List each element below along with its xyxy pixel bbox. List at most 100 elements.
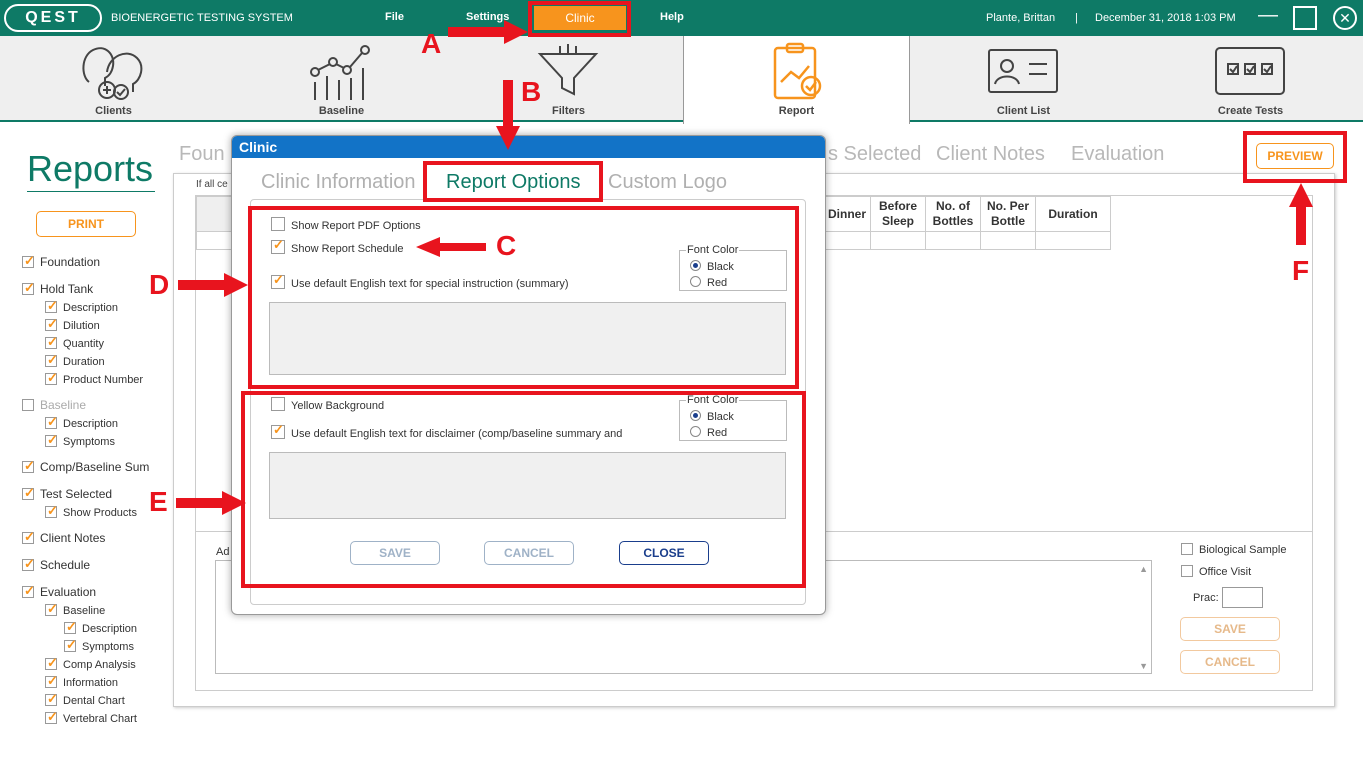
- report-option-item[interactable]: Show Products: [45, 503, 137, 519]
- tab-foundation[interactable]: Foun: [179, 143, 225, 166]
- top-bar: QEST BIOENERGETIC TESTING SYSTEM File Se…: [0, 0, 1363, 36]
- app-title: BIOENERGETIC TESTING SYSTEM: [111, 12, 293, 24]
- annotation-box-section-d: [248, 206, 799, 389]
- tab-client-list[interactable]: Client List: [910, 36, 1137, 122]
- checkbox-box[interactable]: [22, 399, 34, 411]
- save-button[interactable]: SAVE: [1180, 617, 1280, 641]
- hint-text: If all ce: [196, 179, 228, 190]
- checkbox-box[interactable]: [22, 583, 35, 599]
- report-option-item[interactable]: Baseline: [22, 398, 86, 412]
- client-card-icon: [988, 49, 1058, 93]
- report-option-item[interactable]: Client Notes: [22, 529, 105, 545]
- report-option-item[interactable]: Schedule: [22, 556, 90, 572]
- report-option-item[interactable]: Description: [45, 414, 118, 430]
- checkbox-box[interactable]: [64, 637, 77, 653]
- tab-report[interactable]: Report: [683, 36, 910, 124]
- report-option-item[interactable]: Foundation: [22, 253, 100, 269]
- tab-evaluation[interactable]: Evaluation: [1071, 143, 1164, 166]
- report-option-item[interactable]: Quantity: [45, 334, 104, 350]
- checkbox-box[interactable]: [22, 253, 35, 269]
- report-option-item[interactable]: Comp Analysis: [45, 655, 136, 671]
- prac-input[interactable]: [1222, 587, 1263, 608]
- dialog-tab-custom-logo[interactable]: Custom Logo: [608, 171, 727, 194]
- report-option-item[interactable]: Duration: [45, 352, 105, 368]
- report-option-label: Comp/Baseline Sum: [40, 460, 150, 474]
- tab-clients-label: Clients: [95, 105, 132, 117]
- report-option-item[interactable]: Evaluation: [22, 583, 96, 599]
- checkbox-box[interactable]: [1181, 565, 1193, 577]
- biological-sample-checkbox[interactable]: Biological Sample: [1181, 543, 1286, 556]
- cancel-button[interactable]: CANCEL: [1180, 650, 1280, 674]
- annotation-label-d: D: [149, 269, 170, 300]
- report-option-label: Symptoms: [82, 641, 134, 653]
- minimize-icon[interactable]: —: [1258, 4, 1278, 27]
- checkbox-box[interactable]: [22, 485, 35, 501]
- annotation-arrow-e: [176, 491, 246, 515]
- report-option-label: Baseline: [63, 605, 106, 617]
- checkbox-box[interactable]: [45, 503, 58, 519]
- report-option-item[interactable]: Description: [45, 298, 119, 314]
- checkbox-box[interactable]: [45, 316, 58, 332]
- report-option-item[interactable]: Vertebral Chart: [45, 709, 137, 725]
- menu-help[interactable]: Help: [660, 11, 684, 23]
- report-option-label: Description: [82, 623, 138, 635]
- checkbox-box[interactable]: [45, 432, 58, 448]
- report-option-item[interactable]: Comp/Baseline Sum: [22, 458, 150, 474]
- checkbox-box[interactable]: [45, 370, 58, 386]
- close-icon[interactable]: ✕: [1333, 6, 1357, 30]
- office-visit-checkbox[interactable]: Office Visit: [1181, 565, 1251, 578]
- checkbox-box[interactable]: [45, 298, 58, 314]
- checkbox-box[interactable]: [22, 556, 35, 572]
- menu-file[interactable]: File: [385, 11, 404, 23]
- notes-label: Ad: [216, 546, 230, 558]
- annotation-arrow-c: [416, 237, 486, 257]
- checkbox-box[interactable]: [45, 709, 58, 725]
- report-option-label: Vertebral Chart: [63, 713, 137, 725]
- report-option-item[interactable]: Symptoms: [45, 432, 115, 448]
- report-clipboard-icon: [773, 42, 822, 100]
- maximize-icon[interactable]: [1293, 6, 1317, 30]
- report-option-item[interactable]: Dilution: [45, 316, 100, 332]
- checkbox-box[interactable]: [22, 529, 35, 545]
- checkbox-box[interactable]: [45, 334, 58, 350]
- report-option-item[interactable]: Description: [64, 619, 138, 635]
- report-option-item[interactable]: Dental Chart: [45, 691, 125, 707]
- tab-filters[interactable]: Filters: [455, 36, 682, 122]
- tab-create-tests-label: Create Tests: [1217, 105, 1284, 117]
- scroll-down-icon[interactable]: ▼: [1139, 661, 1148, 671]
- checkbox-box[interactable]: [64, 619, 77, 635]
- baseline-chart-icon: [310, 45, 370, 100]
- table-cell: [822, 231, 872, 250]
- report-option-item[interactable]: Baseline: [45, 601, 106, 617]
- checkbox-box[interactable]: [45, 655, 58, 671]
- checkbox-box[interactable]: [45, 414, 58, 430]
- report-option-item[interactable]: Hold Tank: [22, 280, 93, 296]
- report-option-label: Symptoms: [63, 436, 115, 448]
- report-option-item[interactable]: Test Selected: [22, 485, 112, 501]
- tab-tests-selected[interactable]: s Selected: [828, 143, 921, 166]
- table-cell: [980, 231, 1037, 250]
- tab-client-notes[interactable]: Client Notes: [936, 143, 1045, 166]
- user-name: Plante, Brittan: [986, 12, 1056, 24]
- clients-icon: [82, 47, 143, 100]
- checkbox-box[interactable]: [1181, 543, 1193, 555]
- dialog-tab-clinic-information[interactable]: Clinic Information: [261, 171, 416, 194]
- print-button[interactable]: PRINT: [36, 211, 136, 237]
- checkbox-box[interactable]: [45, 601, 58, 617]
- tab-create-tests[interactable]: Create Tests: [1137, 36, 1363, 122]
- report-option-item[interactable]: Symptoms: [64, 637, 134, 653]
- checkbox-box[interactable]: [45, 673, 58, 689]
- tab-client-list-label: Client List: [996, 105, 1051, 117]
- filter-funnel-icon: [537, 44, 599, 96]
- checkbox-box[interactable]: [45, 352, 58, 368]
- tab-clients[interactable]: Clients: [0, 36, 227, 122]
- checkbox-box[interactable]: [22, 280, 35, 296]
- checkbox-box[interactable]: [22, 458, 35, 474]
- annotation-label-c: C: [496, 230, 517, 261]
- checkbox-box[interactable]: [45, 691, 58, 707]
- report-option-label: Description: [63, 302, 119, 314]
- report-option-item[interactable]: Product Number: [45, 370, 143, 386]
- annotation-label-b: B: [521, 76, 542, 107]
- scroll-up-icon[interactable]: ▲: [1139, 564, 1148, 574]
- report-option-item[interactable]: Information: [45, 673, 118, 689]
